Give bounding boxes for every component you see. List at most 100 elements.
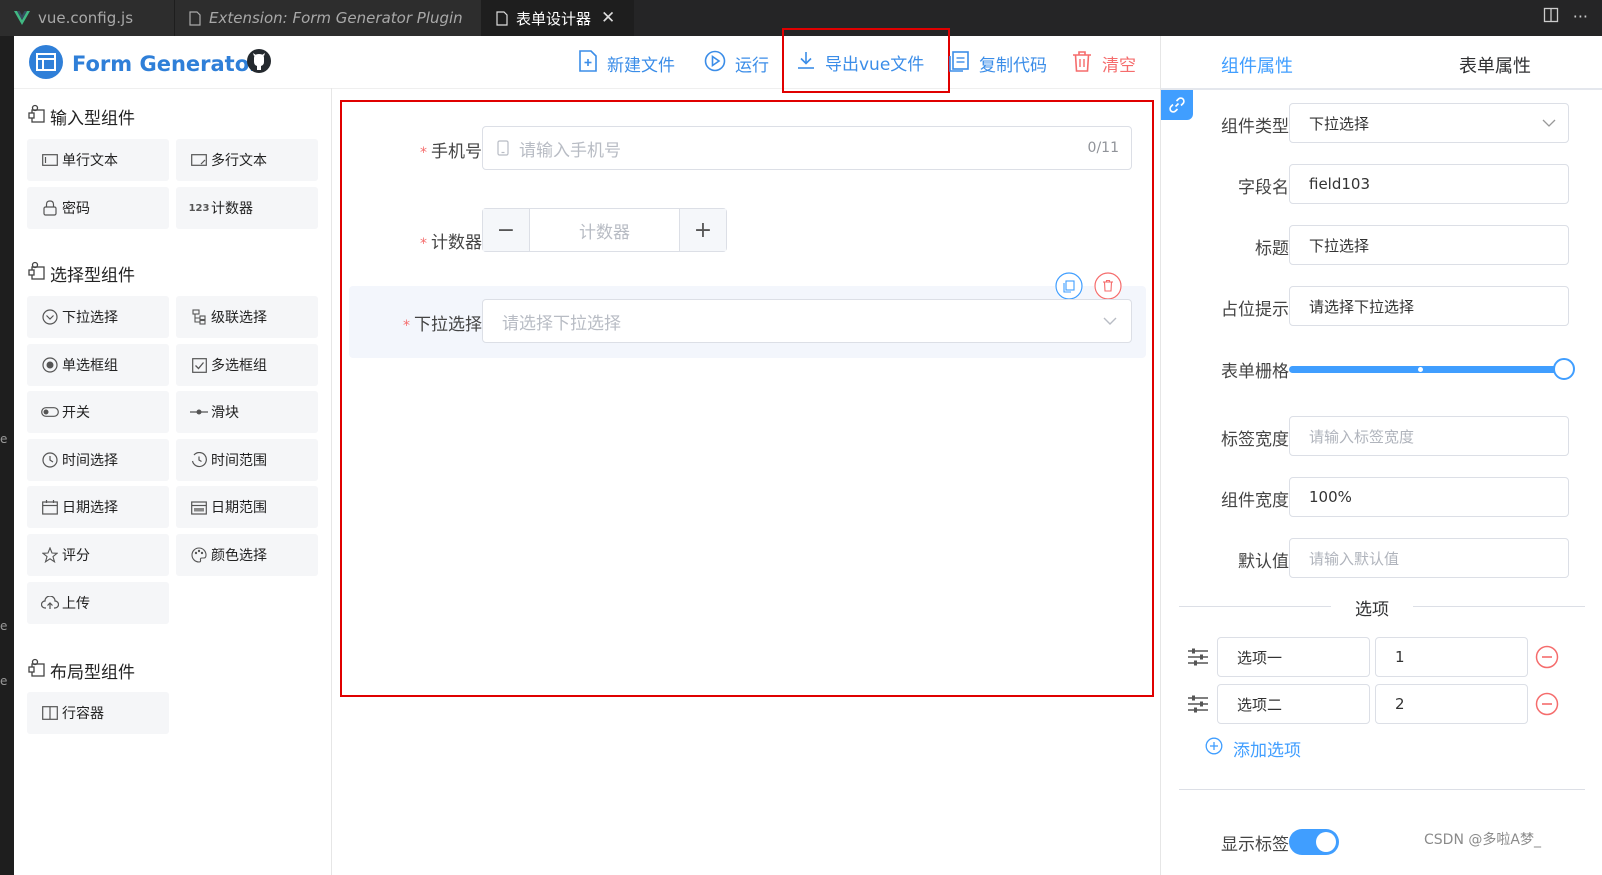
palette-item-cascader[interactable]: 级联选择 (176, 296, 318, 338)
switch-knob (1316, 832, 1336, 852)
prop-label-default: 默认值 (1238, 552, 1289, 572)
clear-button[interactable]: 清空 (1071, 50, 1136, 77)
palette-item-label: 日期范围 (211, 500, 267, 516)
checkbox-icon (190, 357, 208, 373)
field-name-input[interactable]: field103 (1289, 164, 1569, 204)
new-file-label: 新建文件 (607, 56, 675, 76)
chevron-down-icon (1542, 119, 1556, 127)
palette-item-color[interactable]: 颜色选择 (176, 534, 318, 576)
copy-item-icon[interactable] (1055, 272, 1083, 300)
decrease-button[interactable]: − (483, 209, 529, 251)
palette-item-row[interactable]: 行容器 (27, 692, 169, 734)
group-title-layout: 布局型组件 (28, 658, 135, 683)
remove-option-icon[interactable] (1535, 645, 1559, 669)
default-value-input[interactable]: 请输入默认值 (1289, 538, 1569, 578)
tab-underline (1161, 88, 1602, 90)
increase-button[interactable]: + (680, 209, 726, 251)
palette-item-upload[interactable]: 上传 (27, 582, 169, 624)
grid-slider-track[interactable] (1289, 366, 1559, 373)
palette-item-password[interactable]: 密码 (27, 187, 169, 229)
group-title-text: 布局型组件 (50, 663, 135, 683)
tab-form-designer[interactable]: 表单设计器 ✕ (482, 0, 634, 36)
divider (1179, 789, 1585, 790)
palette-item-label: 行容器 (62, 706, 104, 722)
close-icon[interactable]: ✕ (601, 8, 615, 28)
new-file-icon (578, 50, 598, 77)
prop-label-width: 组件宽度 (1221, 491, 1289, 511)
palette-item-date-range[interactable]: 日期范围 (176, 486, 318, 528)
grid-slider-handle[interactable] (1553, 358, 1575, 380)
select-icon (41, 309, 59, 325)
time-range-icon (190, 452, 208, 468)
tab-form-props[interactable]: 表单属性 (1459, 52, 1531, 78)
form-canvas[interactable]: * 手机号 请输入手机号 0/11 * 计数器 − 计数器 + * 下拉选择 请… (340, 100, 1154, 697)
palette-item-label: 颜色选择 (211, 548, 267, 564)
delete-item-icon[interactable] (1094, 272, 1122, 300)
palette-item-time-range[interactable]: 时间范围 (176, 439, 318, 481)
palette-item-number[interactable]: 123 计数器 (176, 187, 318, 229)
logo-icon (28, 44, 64, 84)
palette-item-rate[interactable]: 评分 (27, 534, 169, 576)
tab-extension-form-generator[interactable]: Extension: Form Generator Plugin (175, 0, 482, 36)
run-button[interactable]: 运行 (704, 50, 769, 77)
edge-letter: e (0, 674, 8, 688)
github-icon[interactable] (246, 48, 272, 78)
tab-vue-config[interactable]: vue.config.js (0, 0, 175, 36)
palette-item-label: 评分 (62, 548, 90, 564)
placeholder-input[interactable]: 请选择下拉选择 (1289, 286, 1569, 326)
option-label-input[interactable]: 选项一 (1217, 637, 1370, 677)
number-icon: 123 (188, 202, 210, 214)
drag-handle-icon[interactable] (1187, 694, 1209, 718)
palette-item-time[interactable]: 时间选择 (27, 439, 169, 481)
group-title-select: 选择型组件 (28, 261, 135, 286)
add-option-button[interactable]: 添加选项 (1205, 736, 1301, 761)
run-label: 运行 (735, 56, 769, 76)
palette-item-label: 单选框组 (62, 358, 118, 374)
file-icon (496, 10, 508, 26)
palette-item-slider[interactable]: 滑块 (176, 391, 318, 433)
palette-item-label: 密码 (62, 201, 90, 217)
row-icon (41, 706, 59, 720)
edge-letter: e (0, 619, 8, 633)
select-dropdown[interactable]: 请选择下拉选择 (482, 299, 1132, 343)
palette-item-input[interactable]: 单行文本 (27, 139, 169, 181)
form-label-phone: * 手机号 (420, 142, 482, 162)
split-editor-icon[interactable] (1543, 7, 1559, 27)
palette-item-date[interactable]: 日期选择 (27, 486, 169, 528)
palette-item-checkbox[interactable]: 多选框组 (176, 344, 318, 386)
palette-item-label: 时间范围 (211, 453, 267, 469)
copy-code-button[interactable]: 复制代码 (948, 50, 1047, 77)
palette-item-switch[interactable]: 开关 (27, 391, 169, 433)
palette-item-select[interactable]: 下拉选择 (27, 296, 169, 338)
tab-component-props[interactable]: 组件属性 (1221, 52, 1293, 78)
option-label-input[interactable]: 选项二 (1217, 684, 1370, 724)
label-width-input[interactable]: 请输入标签宽度 (1289, 416, 1569, 456)
link-icon[interactable] (1161, 90, 1193, 120)
counter-stepper[interactable]: − 计数器 + (482, 208, 727, 252)
palette-item-label: 多选框组 (211, 358, 267, 374)
select-placeholder: 请选择下拉选择 (502, 313, 621, 334)
remove-option-icon[interactable] (1535, 692, 1559, 716)
new-file-button[interactable]: 新建文件 (578, 50, 675, 77)
palette-item-radio[interactable]: 单选框组 (27, 344, 169, 386)
prop-label-label-width: 标签宽度 (1221, 430, 1289, 450)
palette-item-label: 单行文本 (62, 153, 118, 169)
component-type-select[interactable]: 下拉选择 (1289, 103, 1569, 143)
counter-input[interactable]: 计数器 (529, 209, 680, 251)
tab-label: vue.config.js (38, 9, 134, 27)
drag-handle-icon[interactable] (1187, 647, 1209, 671)
show-label-switch[interactable] (1289, 829, 1339, 855)
prop-label-placeholder: 占位提示 (1221, 300, 1289, 320)
palette-item-label: 时间选择 (62, 453, 118, 469)
phone-input[interactable]: 请输入手机号 0/11 (482, 126, 1132, 170)
options-title: 选项 (1355, 600, 1389, 620)
component-width-input[interactable]: 100% (1289, 477, 1569, 517)
option-value-input[interactable]: 1 (1375, 637, 1528, 677)
title-input[interactable]: 下拉选择 (1289, 225, 1569, 265)
palette-item-textarea[interactable]: 多行文本 (176, 139, 318, 181)
more-actions-icon[interactable]: ··· (1573, 7, 1588, 27)
properties-panel: 组件属性 表单属性 组件类型 下拉选择 字段名 field103 标题 下拉选择… (1160, 36, 1602, 875)
copy-icon (948, 50, 970, 77)
option-value-input[interactable]: 2 (1375, 684, 1528, 724)
palette-item-label: 多行文本 (211, 153, 267, 169)
